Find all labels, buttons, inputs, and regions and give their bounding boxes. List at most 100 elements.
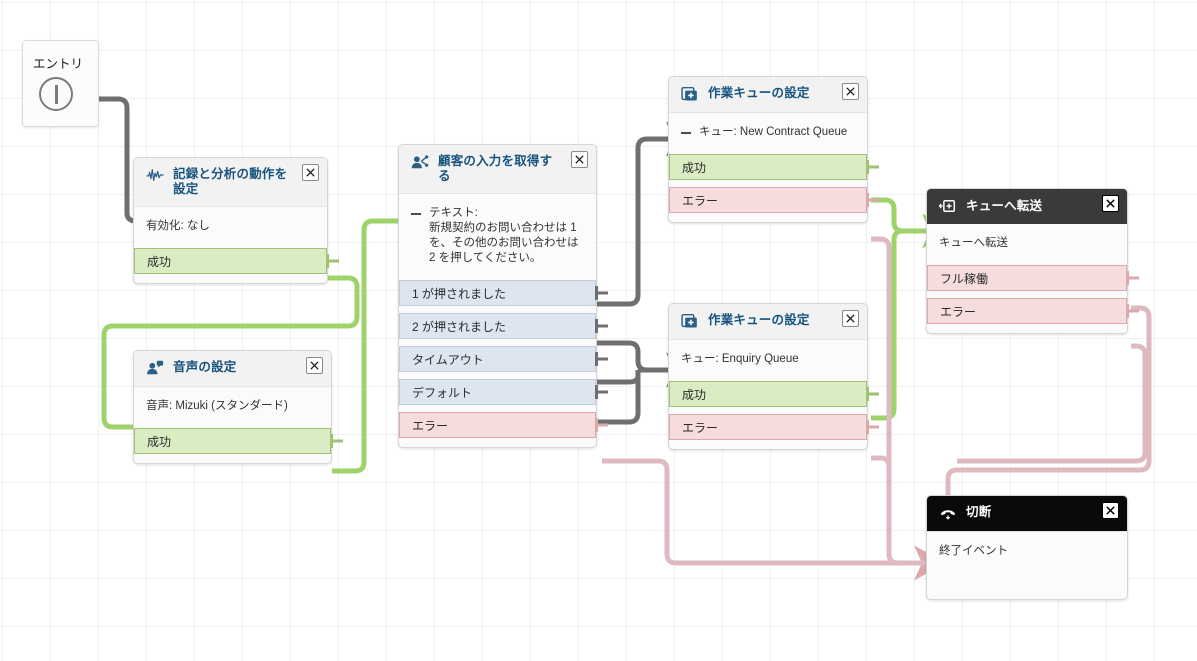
node-set-logging-behaviour[interactable]: 記録と分析の動作を設定 有効化: なし 成功 bbox=[133, 157, 339, 284]
port-success[interactable]: 成功 bbox=[134, 248, 339, 274]
node-header: 音声の設定 bbox=[134, 351, 331, 387]
node-header: 切断 bbox=[927, 496, 1127, 532]
node-title: 記録と分析の動作を設定 bbox=[173, 167, 288, 196]
body-text: キューへ転送 bbox=[939, 237, 1008, 249]
port-error[interactable]: エラー bbox=[669, 187, 879, 213]
contact-flow-canvas[interactable]: エントリ 記録と分析の動作を設定 有効化: なし 成功 音声の設定 音声: Mi… bbox=[0, 0, 1197, 661]
node-body: キュー: New Contract Queue bbox=[669, 113, 867, 152]
node-title: 音声の設定 bbox=[173, 360, 237, 374]
port-label: フル稼働 bbox=[940, 271, 989, 286]
port-timeout[interactable]: タイムアウト bbox=[399, 346, 608, 372]
transfer-queue-icon bbox=[939, 200, 956, 212]
port-connector-icon[interactable] bbox=[866, 386, 880, 402]
body-line: キュー: New Contract Queue bbox=[681, 125, 855, 146]
port-error[interactable]: エラー bbox=[399, 412, 608, 438]
body-line: キュー: Enquiry Queue bbox=[681, 352, 855, 373]
port-success[interactable]: 成功 bbox=[669, 381, 879, 407]
port-connector-icon[interactable] bbox=[595, 285, 609, 301]
entry-label: エントリ bbox=[33, 57, 84, 71]
port-error[interactable]: エラー bbox=[669, 414, 879, 440]
port-label: 成功 bbox=[147, 254, 172, 269]
node-ports: 成功 エラー bbox=[669, 152, 879, 222]
port-digit-1[interactable]: 1 が押されました bbox=[399, 280, 608, 306]
node-ports: フル稼働 エラー bbox=[927, 263, 1139, 333]
port-label: 2 が押されました bbox=[412, 319, 507, 334]
port-label: エラー bbox=[682, 420, 719, 435]
collapse-icon[interactable] bbox=[681, 132, 691, 134]
port-label: エラー bbox=[412, 418, 449, 433]
port-label: 成功 bbox=[147, 434, 172, 449]
body-line: 終了イベント bbox=[939, 544, 1115, 565]
waveform-icon bbox=[146, 169, 164, 181]
port-connector-icon[interactable] bbox=[595, 384, 609, 400]
port-label: タイムアウト bbox=[412, 352, 484, 367]
queue-add-icon bbox=[681, 313, 697, 328]
close-icon[interactable] bbox=[306, 357, 323, 374]
port-connector-icon[interactable] bbox=[595, 318, 609, 334]
port-at-capacity[interactable]: フル稼働 bbox=[927, 265, 1139, 291]
node-body: 音声: Mizuki (スタンダード) bbox=[134, 387, 331, 426]
body-text: 有効化: なし bbox=[146, 220, 210, 232]
close-icon[interactable] bbox=[842, 83, 859, 100]
port-connector-icon[interactable] bbox=[1126, 270, 1140, 286]
port-connector-icon[interactable] bbox=[866, 192, 880, 208]
node-transfer-to-queue[interactable]: キューへ転送 キューへ転送 フル稼働 エラー bbox=[926, 188, 1139, 334]
port-label: 1 が押されました bbox=[412, 286, 507, 301]
collapse-icon[interactable] bbox=[411, 213, 421, 215]
node-header: 作業キューの設定 bbox=[669, 77, 867, 113]
close-icon[interactable] bbox=[1102, 195, 1119, 212]
port-connector-icon[interactable] bbox=[326, 253, 340, 269]
node-title: 切断 bbox=[966, 505, 992, 519]
close-icon[interactable] bbox=[1102, 502, 1119, 519]
node-body: 有効化: なし bbox=[134, 207, 327, 246]
port-label: 成功 bbox=[682, 160, 707, 175]
port-success[interactable]: 成功 bbox=[134, 428, 343, 454]
port-connector-icon[interactable] bbox=[866, 159, 880, 175]
port-label: 成功 bbox=[682, 387, 707, 402]
node-set-working-queue-new-contract[interactable]: 作業キューの設定 キュー: New Contract Queue 成功 エラー bbox=[668, 76, 879, 223]
port-connector-icon[interactable] bbox=[1126, 303, 1140, 319]
node-title: キューへ転送 bbox=[966, 199, 1043, 213]
queue-add-icon bbox=[681, 86, 697, 101]
body-text: 終了イベント bbox=[939, 545, 1008, 557]
entry-node[interactable]: エントリ bbox=[22, 40, 99, 127]
node-title: 作業キューの設定 bbox=[708, 313, 810, 327]
close-icon[interactable] bbox=[302, 164, 319, 181]
node-header: 作業キューの設定 bbox=[669, 304, 867, 340]
port-connector-icon[interactable] bbox=[330, 433, 344, 449]
port-digit-2[interactable]: 2 が押されました bbox=[399, 313, 608, 339]
node-get-customer-input[interactable]: 顧客の入力を取得する テキスト: 新規契約のお問い合わせは 1 を、その他のお問… bbox=[398, 144, 608, 448]
voice-person-icon bbox=[147, 360, 164, 375]
node-set-working-queue-enquiry[interactable]: 作業キューの設定 キュー: Enquiry Queue 成功 エラー bbox=[668, 303, 879, 450]
node-body: テキスト: 新規契約のお問い合わせは 1 を、その他のお問い合わせは 2 を押し… bbox=[399, 194, 596, 278]
node-set-voice[interactable]: 音声の設定 音声: Mizuki (スタンダード) 成功 bbox=[133, 350, 343, 464]
body-line: キューへ転送 bbox=[939, 236, 1115, 257]
port-error[interactable]: エラー bbox=[927, 298, 1139, 324]
body-text: キュー: Enquiry Queue bbox=[681, 353, 799, 365]
node-body: キューへ転送 bbox=[927, 224, 1127, 263]
node-ports: 成功 bbox=[134, 246, 339, 283]
node-title: 作業キューの設定 bbox=[708, 86, 810, 100]
node-header: 顧客の入力を取得する bbox=[399, 145, 596, 194]
port-connector-icon[interactable] bbox=[595, 417, 609, 433]
node-body: キュー: Enquiry Queue bbox=[669, 340, 867, 379]
body-text: キュー: New Contract Queue bbox=[699, 126, 848, 138]
close-icon[interactable] bbox=[842, 310, 859, 327]
node-header: 記録と分析の動作を設定 bbox=[134, 158, 327, 207]
port-default[interactable]: デフォルト bbox=[399, 379, 608, 405]
entry-tick-icon bbox=[55, 85, 58, 104]
close-icon[interactable] bbox=[571, 151, 588, 168]
node-ports: 成功 bbox=[134, 426, 343, 463]
body-text: テキスト: 新規契約のお問い合わせは 1 を、その他のお問い合わせは 2 を押し… bbox=[429, 207, 579, 264]
node-disconnect[interactable]: 切断 終了イベント bbox=[926, 495, 1128, 600]
port-label: エラー bbox=[940, 304, 977, 319]
port-connector-icon[interactable] bbox=[595, 351, 609, 367]
port-label: デフォルト bbox=[412, 385, 473, 400]
customer-input-icon bbox=[411, 155, 429, 169]
port-success[interactable]: 成功 bbox=[669, 154, 879, 180]
body-text: 音声: Mizuki (スタンダード) bbox=[146, 400, 288, 412]
body-line: 音声: Mizuki (スタンダード) bbox=[146, 399, 319, 420]
node-header: キューへ転送 bbox=[927, 189, 1127, 224]
port-connector-icon[interactable] bbox=[866, 419, 880, 435]
node-title: 顧客の入力を取得する bbox=[438, 154, 553, 183]
